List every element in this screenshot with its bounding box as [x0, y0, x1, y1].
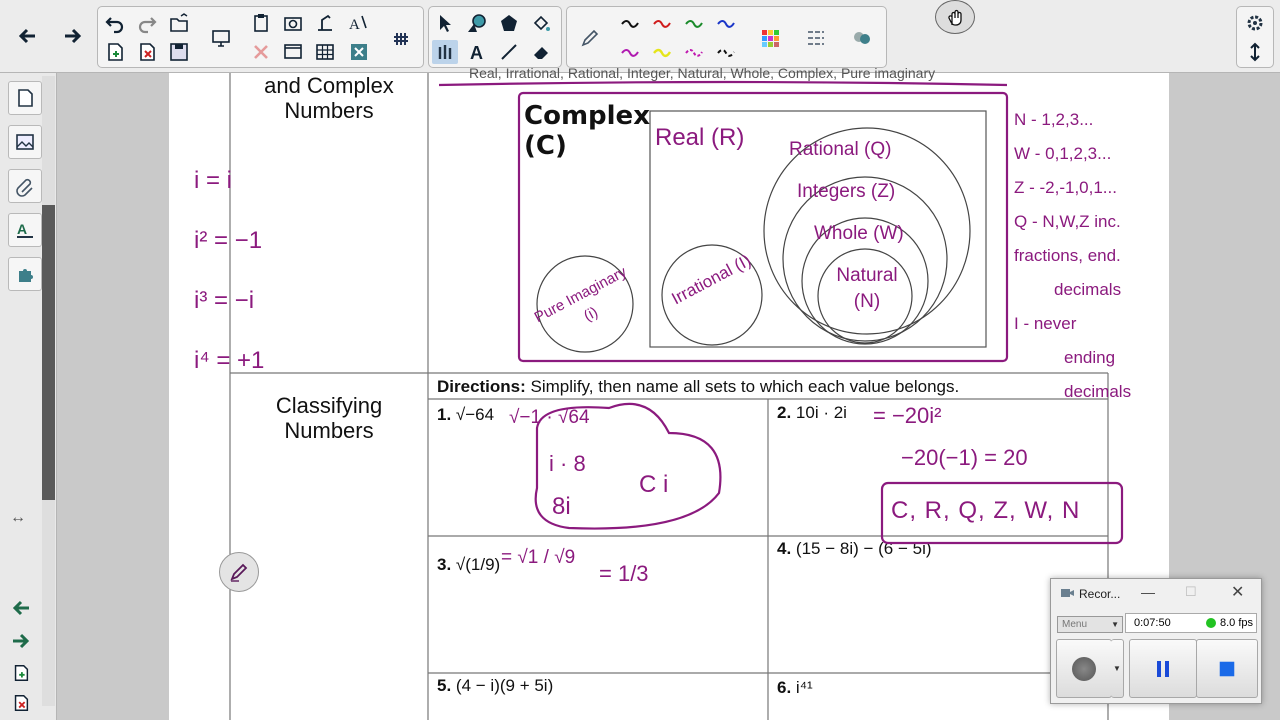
stop-button[interactable]: [1196, 639, 1258, 698]
settings-group: [1236, 6, 1274, 68]
line-style-icon[interactable]: [803, 26, 829, 50]
add-page-small-icon[interactable]: [8, 661, 34, 685]
shapes-icon[interactable]: [464, 11, 490, 35]
clear-page-icon[interactable]: [248, 40, 274, 64]
text-tool-icon[interactable]: A: [464, 40, 490, 64]
main-toolbar: A A: [0, 0, 1280, 73]
ink-whole-label: Whole (W): [814, 223, 904, 244]
stop-icon: [1219, 661, 1235, 676]
recorder-window: Recor... — ☐ ✕ Menu ▼ 0:07:50 8.0 fps ▼: [1050, 578, 1262, 704]
open-folder-icon[interactable]: [166, 11, 192, 35]
svg-text:A: A: [349, 17, 360, 33]
save-icon[interactable]: [166, 40, 192, 64]
next-page-icon[interactable]: [8, 629, 34, 653]
recorder-app-icon: [1059, 585, 1075, 601]
add-page-icon[interactable]: [102, 40, 128, 64]
chevron-down-icon: ▼: [1111, 620, 1119, 629]
minimize-icon[interactable]: —: [1141, 584, 1155, 600]
ink-natural-label: Natural (N): [836, 265, 898, 312]
scrollbar-thumb[interactable]: [42, 205, 55, 500]
ink-q1-sets: C i: [639, 471, 669, 498]
ink-q3-answer: = 1/3: [599, 561, 649, 586]
recorder-status-bar: 0:07:50 8.0 fps: [1125, 613, 1257, 633]
addons-tab[interactable]: [8, 257, 42, 291]
polygon-icon[interactable]: [496, 11, 522, 35]
ink-q3-step1: = √1 / √9: [501, 547, 576, 568]
ink-rational-label: Rational (Q): [789, 139, 892, 160]
ink-q1-step1: √−1 · √64: [509, 407, 590, 428]
delete-page-small-icon[interactable]: [8, 691, 34, 715]
color-palette-icon[interactable]: [757, 26, 783, 50]
floating-pen-tool[interactable]: [219, 552, 259, 592]
yellow-pen-swatch[interactable]: [649, 40, 675, 64]
pause-button[interactable]: [1129, 639, 1197, 698]
pen-properties-group: [566, 6, 887, 68]
gallery-tab[interactable]: [8, 125, 42, 159]
record-button[interactable]: [1056, 639, 1112, 698]
ink-complex-label: Complex (C): [524, 101, 650, 161]
properties-tab[interactable]: A: [8, 213, 42, 247]
properties-icon[interactable]: [849, 26, 875, 50]
ink-q2-step1: = −20i²: [873, 403, 942, 428]
back-arrow-icon[interactable]: [14, 24, 40, 48]
line-tool-icon[interactable]: [496, 40, 522, 64]
panel-resize-icon[interactable]: ↔: [10, 509, 26, 527]
pen-tools-icon[interactable]: [432, 40, 458, 64]
record-circle-icon: [1072, 656, 1096, 681]
ink-q2-step2: −20(−1) = 20: [901, 445, 1028, 470]
pencil-icon[interactable]: [577, 26, 603, 50]
recorder-title: Recor...: [1079, 587, 1121, 601]
document-camera-icon[interactable]: [312, 11, 338, 35]
page-sorter-tab[interactable]: [8, 81, 42, 115]
maximize-icon: ☐: [1185, 584, 1197, 599]
full-screen-icon[interactable]: [280, 40, 306, 64]
ink-q1-answer: 8i: [552, 493, 571, 520]
gear-icon[interactable]: [1242, 11, 1268, 35]
table-icon[interactable]: [312, 40, 338, 64]
camera-capture-icon[interactable]: [280, 11, 306, 35]
close-box-icon[interactable]: [346, 40, 372, 64]
ink-powers-of-i: i = i i² = −1 i³ = −i i⁴ = +1: [194, 167, 265, 374]
chevron-down-icon: ▼: [1113, 664, 1121, 673]
eraser-icon[interactable]: [528, 40, 554, 64]
edit-tools-group: A: [97, 6, 424, 68]
recording-fps: 8.0 fps: [1220, 617, 1254, 629]
hand-cursor-icon: [935, 0, 975, 34]
paste-icon[interactable]: [248, 11, 274, 35]
drawing-tools-group: A: [428, 6, 562, 68]
ink-q1-step2: i · 8: [549, 451, 586, 476]
recording-status-dot: [1206, 618, 1216, 628]
ink-integers-label: Integers (Z): [797, 181, 896, 202]
handwriting-recognition-icon[interactable]: A: [346, 11, 372, 35]
black-pen-swatch[interactable]: [617, 11, 643, 35]
ink-q2-answer: C, R, Q, Z, W, N: [891, 497, 1081, 524]
pause-icon: [1157, 660, 1169, 677]
fill-bucket-icon[interactable]: [528, 11, 554, 35]
svg-text:A: A: [470, 43, 483, 63]
recorder-menu-dropdown[interactable]: Menu ▼: [1057, 616, 1123, 633]
previous-page-icon[interactable]: [8, 596, 34, 620]
blue-pen-swatch[interactable]: [713, 11, 739, 35]
dashed-pen-swatch[interactable]: [681, 40, 707, 64]
select-cursor-icon[interactable]: [432, 11, 458, 35]
svg-text:A: A: [17, 221, 27, 237]
redo-icon[interactable]: [134, 11, 160, 35]
ink-real-label: Real (R): [655, 124, 745, 151]
ink-set-notes: N - 1,2,3... W - 0,1,2,3... Z - -2,-1,0,…: [1014, 110, 1132, 401]
toolbar-customize-icon[interactable]: [388, 26, 414, 50]
dotted-pen-swatch[interactable]: [713, 40, 739, 64]
close-icon[interactable]: ✕: [1231, 582, 1244, 602]
attachments-tab[interactable]: [8, 169, 42, 203]
screen-shade-icon[interactable]: [208, 26, 234, 50]
whiteboard-page[interactable]: and Complex Numbers Classifying Numbers …: [169, 65, 1169, 720]
delete-page-icon[interactable]: [134, 40, 160, 64]
recording-time: 0:07:50: [1134, 617, 1171, 629]
green-pen-swatch[interactable]: [681, 11, 707, 35]
toolbar-position-arrows-icon[interactable]: [1242, 40, 1268, 64]
record-options-button[interactable]: ▼: [1111, 639, 1124, 698]
red-pen-swatch[interactable]: [649, 11, 675, 35]
purple-pen-swatch[interactable]: [617, 40, 643, 64]
forward-arrow-icon[interactable]: [60, 24, 86, 48]
undo-icon[interactable]: [102, 11, 128, 35]
